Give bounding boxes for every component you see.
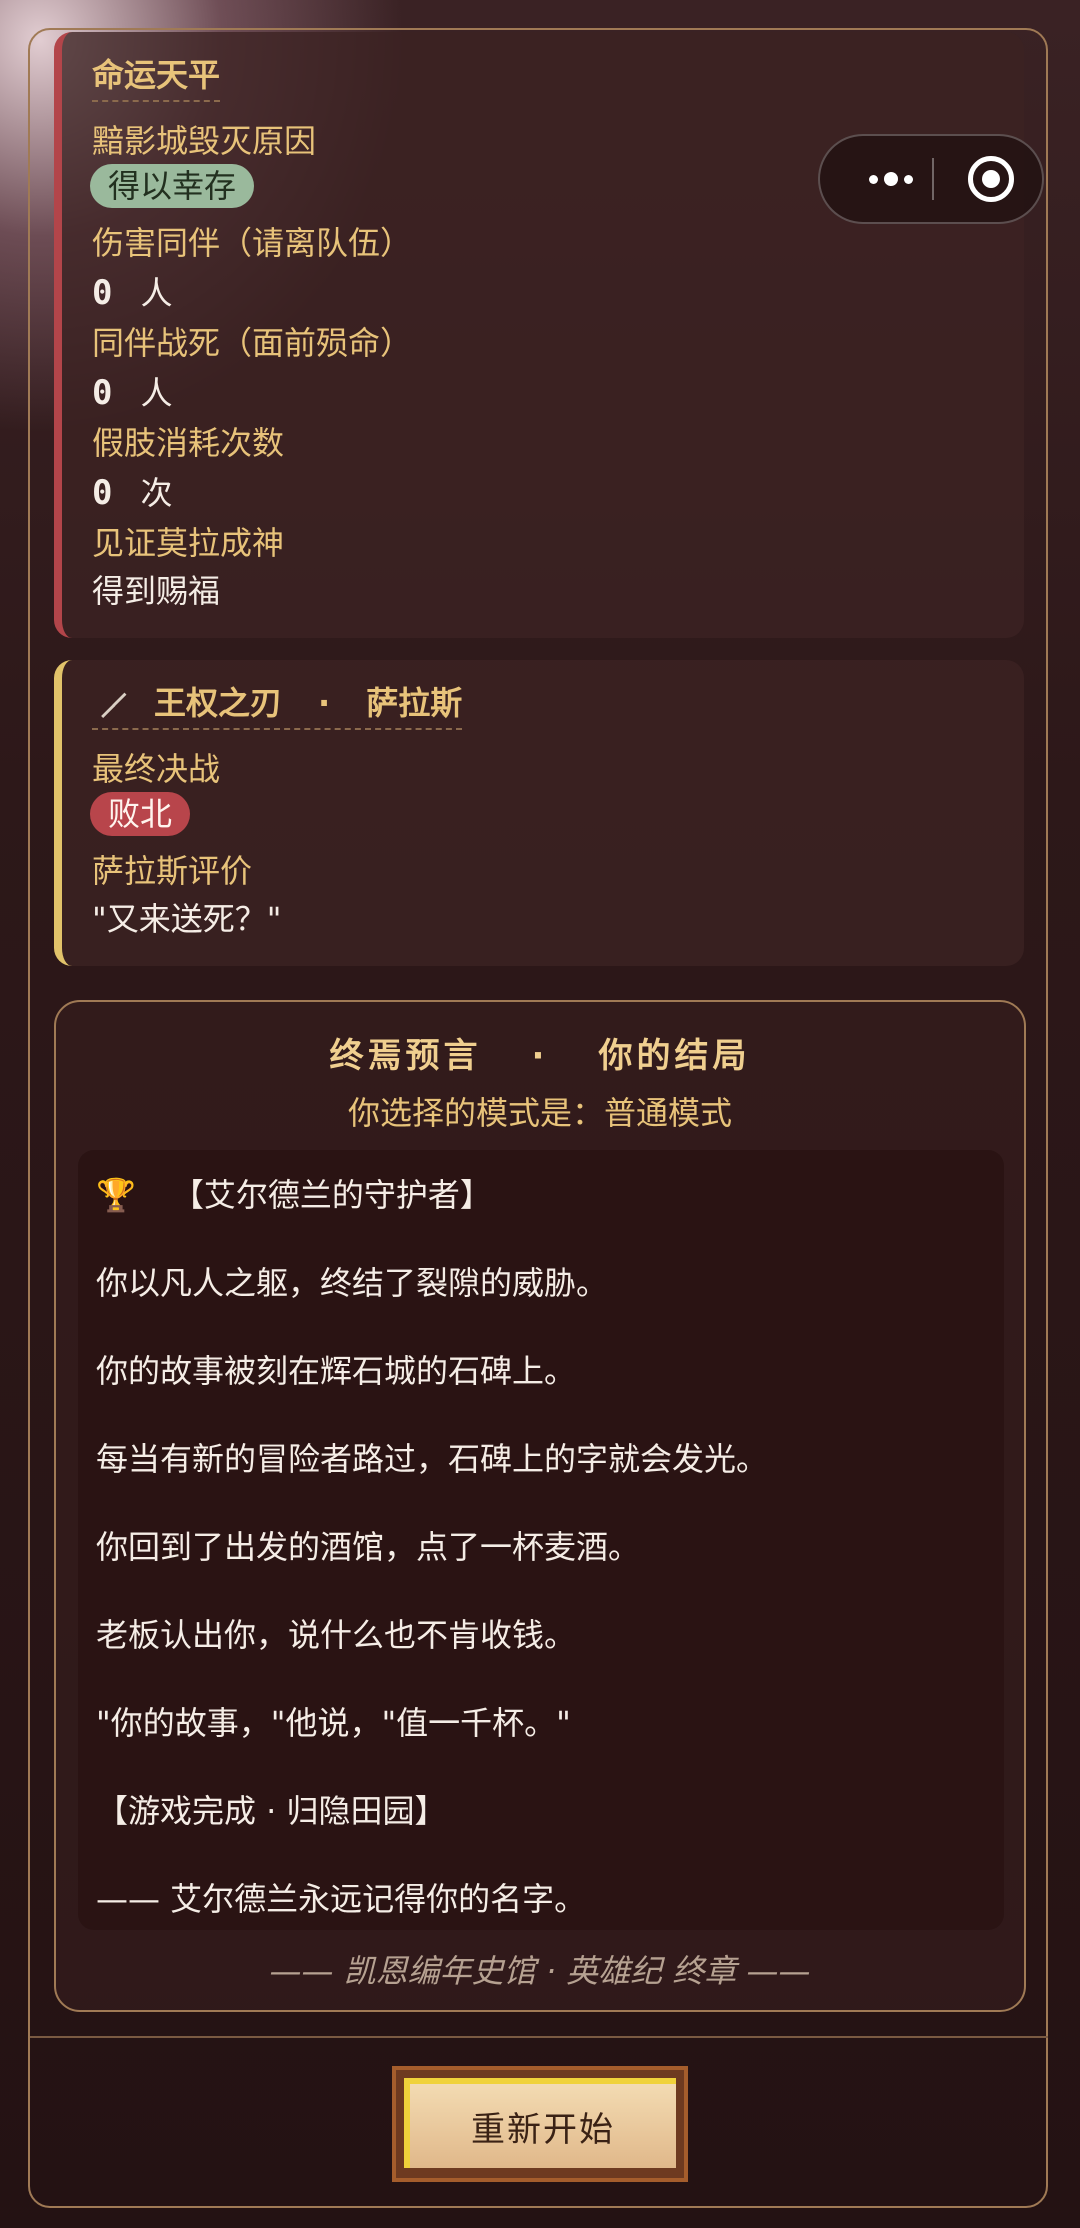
fate-item-label: 见证莫拉成神 <box>92 524 285 562</box>
boss-title: ⎯⎯ 王权之刃 · 萨拉斯 <box>87 678 463 730</box>
ending-line: "你的故事，"他说，"值一千杯。" <box>96 1704 571 1742</box>
sword-icon: ⎯⎯ <box>86 678 137 728</box>
eval-quote: "又来送死？" <box>92 900 282 938</box>
boss-name: 萨拉斯 <box>366 684 463 722</box>
fate-item-label: 黯影城毁灭原因 <box>92 122 317 160</box>
count-unit: 次 <box>140 474 173 512</box>
count-value: 0 <box>92 473 113 513</box>
ending-heading-text: 【艾尔德兰的守护者】 <box>171 1176 492 1214</box>
fate-item-value: 0次 <box>92 468 173 514</box>
ending-title-left: 终焉预言 <box>329 1036 482 1076</box>
restart-button[interactable]: 重新开始 <box>392 2066 688 2182</box>
fate-item-label: 假肢消耗次数 <box>92 424 285 462</box>
chronicle-footer: —— 凯恩编年史馆 · 英雄纪 终章 —— <box>269 1952 811 1990</box>
fate-card: 命运天平 黯影城毁灭原因 得以幸存 伤害同伴（请离队伍） 0人 同伴战死（面前殒… <box>54 32 1024 638</box>
weapon-name: 王权之刃 <box>154 684 283 722</box>
eval-label: 萨拉斯评价 <box>92 852 253 890</box>
ending-heading: 🏆 【艾尔德兰的守护者】 <box>96 1170 492 1216</box>
capsule-divider <box>932 158 934 200</box>
ending-panel: 终焉预言 · 你的结局 你选择的模式是：普通模式 🏆 【艾尔德兰的守护者】 你以凡人之… <box>54 1000 1026 2012</box>
ending-title: 终焉预言 · 你的结局 <box>56 1028 1024 1077</box>
fate-item-label: 同伴战死（面前殒命） <box>92 324 413 362</box>
status-badge: 得以幸存 <box>90 164 255 208</box>
miniprogram-capsule <box>818 134 1044 224</box>
count-unit: 人 <box>140 374 173 412</box>
battle-result-badge: 败北 <box>90 792 191 836</box>
fate-item-value: 得到赐福 <box>92 572 221 610</box>
bottom-divider <box>30 2036 1048 2038</box>
ending-line: 你回到了出发的酒馆，点了一杯麦酒。 <box>96 1528 641 1566</box>
title-separator: · <box>531 1036 549 1076</box>
ending-line: 老板认出你，说什么也不肯收钱。 <box>96 1616 577 1654</box>
fate-item-value: 0人 <box>92 368 173 414</box>
battle-label: 最终决战 <box>92 750 221 788</box>
fate-item-label: 伤害同伴（请离队伍） <box>92 224 413 262</box>
boss-card: ⎯⎯ 王权之刃 · 萨拉斯 最终决战 败北 萨拉斯评价 "又来送死？" <box>54 660 1024 966</box>
ending-title-right: 你的结局 <box>598 1036 751 1076</box>
more-icon[interactable] <box>846 136 936 222</box>
fate-item-value: 0人 <box>92 268 173 314</box>
mode-line: 你选择的模式是：普通模式 <box>347 1094 732 1132</box>
ending-line: 你的故事被刻在辉石城的石碑上。 <box>96 1352 577 1390</box>
close-target-icon[interactable] <box>968 156 1014 202</box>
trophy-icon: 🏆 <box>96 1176 136 1214</box>
ending-line: 【游戏完成 · 归隐田园】 <box>96 1792 447 1830</box>
count-value: 0 <box>92 373 113 413</box>
restart-button-label: 重新开始 <box>404 2078 676 2168</box>
ending-line: —— 艾尔德兰永远记得你的名字。 <box>96 1880 587 1918</box>
title-separator: · <box>318 684 331 722</box>
ending-line: 你以凡人之躯，终结了裂隙的威胁。 <box>96 1264 609 1302</box>
ending-line: 每当有新的冒险者路过，石碑上的字就会发光。 <box>96 1440 769 1478</box>
count-unit: 人 <box>140 274 173 312</box>
count-value: 0 <box>92 273 113 313</box>
ending-text-box: 🏆 【艾尔德兰的守护者】 你以凡人之躯，终结了裂隙的威胁。 你的故事被刻在辉石城的… <box>78 1150 1004 1930</box>
fate-title: 命运天平 <box>92 50 221 102</box>
